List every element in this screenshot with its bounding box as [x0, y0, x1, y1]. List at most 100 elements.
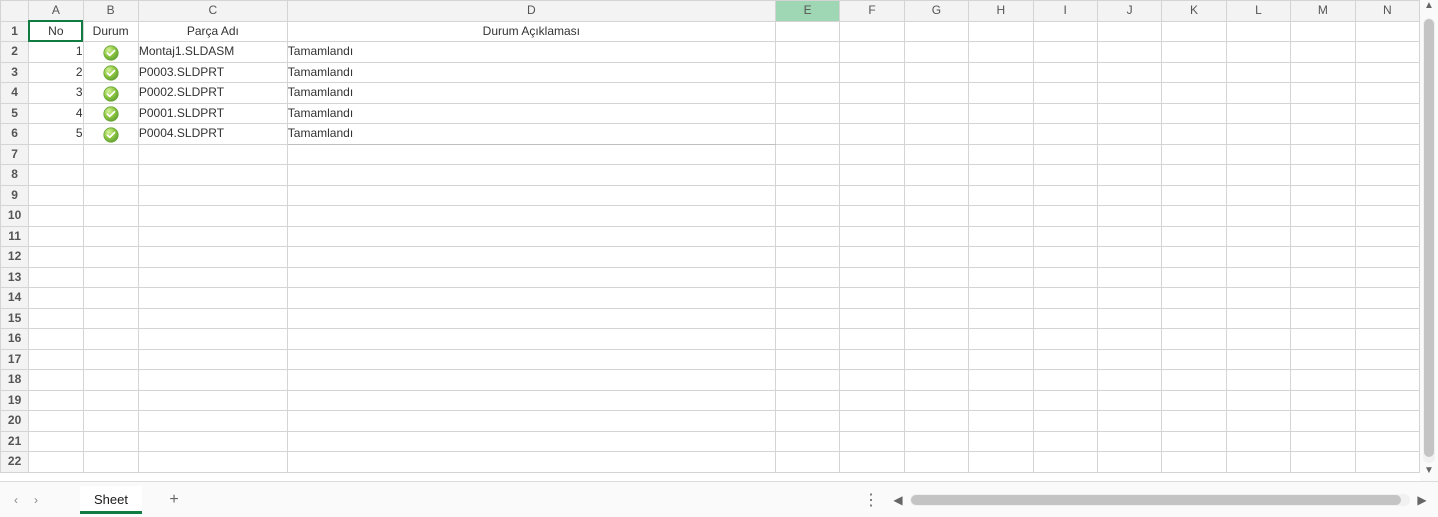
- cell-A18[interactable]: [29, 370, 83, 391]
- cell-G1[interactable]: [904, 21, 968, 42]
- cell-A9[interactable]: [29, 185, 83, 206]
- cell-G10[interactable]: [904, 206, 968, 227]
- scroll-down-arrow-icon[interactable]: ▼: [1424, 465, 1434, 481]
- cell-F7[interactable]: [840, 144, 904, 165]
- cell-B2[interactable]: [83, 42, 138, 63]
- cell-G4[interactable]: [904, 83, 968, 104]
- cell-B9[interactable]: [83, 185, 138, 206]
- cell-J3[interactable]: [1097, 62, 1161, 83]
- cell-N22[interactable]: [1355, 452, 1419, 473]
- col-header-C[interactable]: C: [138, 1, 287, 22]
- cell-H19[interactable]: [969, 390, 1033, 411]
- cell-N9[interactable]: [1355, 185, 1419, 206]
- cell-J1[interactable]: [1097, 21, 1161, 42]
- cell-N2[interactable]: [1355, 42, 1419, 63]
- cell-F9[interactable]: [840, 185, 904, 206]
- cell-L6[interactable]: [1226, 124, 1290, 145]
- cell-B3[interactable]: [83, 62, 138, 83]
- cell-A2[interactable]: 1: [29, 42, 83, 63]
- cell-G9[interactable]: [904, 185, 968, 206]
- cell-D8[interactable]: [287, 165, 775, 186]
- cell-I10[interactable]: [1033, 206, 1097, 227]
- cell-B10[interactable]: [83, 206, 138, 227]
- cell-I11[interactable]: [1033, 226, 1097, 247]
- cell-K19[interactable]: [1162, 390, 1226, 411]
- cell-C1[interactable]: Parça Adı: [138, 21, 287, 42]
- row-header-16[interactable]: 16: [1, 329, 29, 350]
- cell-H14[interactable]: [969, 288, 1033, 309]
- cell-J17[interactable]: [1097, 349, 1161, 370]
- cell-A19[interactable]: [29, 390, 83, 411]
- cell-G8[interactable]: [904, 165, 968, 186]
- cell-N1[interactable]: [1355, 21, 1419, 42]
- cell-E2[interactable]: [775, 42, 839, 63]
- cell-M17[interactable]: [1291, 349, 1355, 370]
- row-header-15[interactable]: 15: [1, 308, 29, 329]
- row-header-2[interactable]: 2: [1, 42, 29, 63]
- cell-A17[interactable]: [29, 349, 83, 370]
- cell-K17[interactable]: [1162, 349, 1226, 370]
- cell-H4[interactable]: [969, 83, 1033, 104]
- cell-H5[interactable]: [969, 103, 1033, 124]
- cell-G20[interactable]: [904, 411, 968, 432]
- cell-D10[interactable]: [287, 206, 775, 227]
- cell-E3[interactable]: [775, 62, 839, 83]
- col-header-K[interactable]: K: [1162, 1, 1226, 22]
- cell-D15[interactable]: [287, 308, 775, 329]
- cell-A15[interactable]: [29, 308, 83, 329]
- cell-M9[interactable]: [1291, 185, 1355, 206]
- cell-L19[interactable]: [1226, 390, 1290, 411]
- cell-L1[interactable]: [1226, 21, 1290, 42]
- horizontal-scroll-track[interactable]: [910, 494, 1410, 506]
- cell-D20[interactable]: [287, 411, 775, 432]
- vertical-scroll-thumb[interactable]: [1424, 19, 1434, 457]
- cell-H16[interactable]: [969, 329, 1033, 350]
- add-sheet-button[interactable]: +: [160, 491, 188, 509]
- cell-E11[interactable]: [775, 226, 839, 247]
- cell-B13[interactable]: [83, 267, 138, 288]
- cell-B17[interactable]: [83, 349, 138, 370]
- cell-D19[interactable]: [287, 390, 775, 411]
- tab-options-icon[interactable]: ⋮: [853, 490, 890, 510]
- cell-C2[interactable]: Montaj1.SLDASM: [138, 42, 287, 63]
- cell-B16[interactable]: [83, 329, 138, 350]
- cell-L17[interactable]: [1226, 349, 1290, 370]
- cell-E13[interactable]: [775, 267, 839, 288]
- horizontal-scroll-thumb[interactable]: [911, 495, 1401, 505]
- col-header-J[interactable]: J: [1097, 1, 1161, 22]
- cell-C9[interactable]: [138, 185, 287, 206]
- row-header-21[interactable]: 21: [1, 431, 29, 452]
- cell-M3[interactable]: [1291, 62, 1355, 83]
- cell-N17[interactable]: [1355, 349, 1419, 370]
- cell-M4[interactable]: [1291, 83, 1355, 104]
- cell-E17[interactable]: [775, 349, 839, 370]
- cell-J18[interactable]: [1097, 370, 1161, 391]
- cell-D7[interactable]: [287, 144, 775, 165]
- cell-G16[interactable]: [904, 329, 968, 350]
- cell-D12[interactable]: [287, 247, 775, 268]
- cell-F1[interactable]: [840, 21, 904, 42]
- cell-N15[interactable]: [1355, 308, 1419, 329]
- cell-E12[interactable]: [775, 247, 839, 268]
- cell-I12[interactable]: [1033, 247, 1097, 268]
- cell-M18[interactable]: [1291, 370, 1355, 391]
- cell-M10[interactable]: [1291, 206, 1355, 227]
- cell-M8[interactable]: [1291, 165, 1355, 186]
- cell-K6[interactable]: [1162, 124, 1226, 145]
- cell-B22[interactable]: [83, 452, 138, 473]
- col-header-B[interactable]: B: [83, 1, 138, 22]
- cell-L3[interactable]: [1226, 62, 1290, 83]
- cell-F2[interactable]: [840, 42, 904, 63]
- cell-C21[interactable]: [138, 431, 287, 452]
- row-header-7[interactable]: 7: [1, 144, 29, 165]
- cell-K22[interactable]: [1162, 452, 1226, 473]
- cell-A13[interactable]: [29, 267, 83, 288]
- cell-H18[interactable]: [969, 370, 1033, 391]
- cell-F22[interactable]: [840, 452, 904, 473]
- cell-I16[interactable]: [1033, 329, 1097, 350]
- row-header-13[interactable]: 13: [1, 267, 29, 288]
- cell-L11[interactable]: [1226, 226, 1290, 247]
- cell-C6[interactable]: P0004.SLDPRT: [138, 124, 287, 145]
- cell-F12[interactable]: [840, 247, 904, 268]
- cell-C4[interactable]: P0002.SLDPRT: [138, 83, 287, 104]
